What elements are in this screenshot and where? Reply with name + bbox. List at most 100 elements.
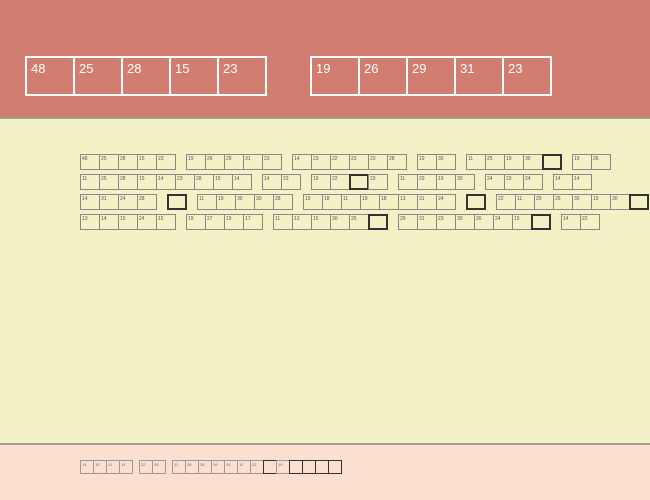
number-cell[interactable]: 30	[436, 154, 456, 170]
number-cell[interactable]: 25	[99, 154, 119, 170]
number-cell[interactable]: 15	[137, 154, 157, 170]
number-cell[interactable]: 15	[156, 214, 176, 230]
number-cell[interactable]: 15	[93, 460, 107, 474]
number-cell[interactable]: 24	[118, 194, 138, 210]
puzzle-word[interactable]: 1922 23	[311, 174, 388, 190]
number-cell[interactable]: 11	[466, 154, 486, 170]
blank-cell[interactable]	[315, 460, 329, 474]
number-cell[interactable]: 28	[118, 154, 138, 170]
puzzle-word[interactable]: 1414	[553, 174, 592, 190]
number-cell[interactable]: 24	[137, 214, 157, 230]
number-cell[interactable]: 14	[561, 214, 581, 230]
number-cell[interactable]: 19	[360, 194, 380, 210]
puzzle-word[interactable]: 11251930	[466, 154, 562, 170]
number-cell[interactable]: 19	[311, 174, 331, 190]
puzzle-word[interactable]: 1119303028	[197, 194, 293, 210]
number-cell[interactable]: 14	[262, 174, 282, 190]
puzzle-word[interactable]	[167, 194, 187, 210]
number-cell[interactable]: 19	[572, 154, 592, 170]
number-cell[interactable]: 18	[322, 194, 342, 210]
number-cell[interactable]: 14	[292, 154, 312, 170]
blank-cell[interactable]	[328, 460, 342, 474]
puzzle-word[interactable]: 11291930	[398, 174, 475, 190]
answer-word[interactable]: 14151114	[80, 460, 133, 474]
number-cell[interactable]: 23	[436, 214, 456, 230]
number-cell[interactable]: 13	[292, 214, 312, 230]
number-cell[interactable]: 25	[99, 174, 119, 190]
number-cell[interactable]: 29	[224, 154, 244, 170]
number-cell[interactable]: 29	[417, 174, 437, 190]
number-cell[interactable]: 19	[216, 194, 236, 210]
number-cell[interactable]: 30	[572, 194, 592, 210]
number-cell[interactable]: 23	[368, 154, 388, 170]
number-cell[interactable]: 19	[436, 174, 456, 190]
number-cell[interactable]: 19	[276, 460, 290, 474]
number-cell[interactable]: 22	[330, 174, 350, 190]
blank-cell[interactable]	[466, 194, 486, 210]
blank-cell[interactable]	[263, 460, 277, 474]
number-cell[interactable]: 29	[398, 214, 418, 230]
puzzle-word[interactable]: 14312428	[80, 194, 157, 210]
number-cell[interactable]: 14	[80, 194, 100, 210]
number-cell[interactable]: 24	[493, 214, 513, 230]
number-cell[interactable]: 11	[237, 460, 251, 474]
number-cell[interactable]: 19	[310, 56, 360, 96]
number-cell[interactable]: 19	[224, 214, 244, 230]
number-cell[interactable]: 23	[311, 154, 331, 170]
number-cell[interactable]: 31	[417, 214, 437, 230]
puzzle-word[interactable]: 4825281523	[80, 154, 176, 170]
number-cell[interactable]: 24	[224, 460, 238, 474]
blank-cell[interactable]	[167, 194, 187, 210]
number-cell[interactable]: 25	[73, 56, 123, 96]
number-cell[interactable]: 31	[243, 154, 263, 170]
number-cell[interactable]: 22	[580, 214, 600, 230]
number-cell[interactable]: 26	[474, 214, 494, 230]
number-cell[interactable]: 17	[243, 214, 263, 230]
number-cell[interactable]: 27	[205, 214, 225, 230]
number-cell[interactable]: 19	[591, 194, 611, 210]
number-cell[interactable]: 26	[358, 56, 408, 96]
number-cell[interactable]: 48	[25, 56, 75, 96]
number-cell[interactable]: 29	[534, 194, 554, 210]
number-cell[interactable]: 28	[121, 56, 171, 96]
puzzle-word[interactable]: 1930	[417, 154, 456, 170]
number-cell[interactable]: 19	[303, 194, 323, 210]
number-cell[interactable]: 14	[232, 174, 252, 190]
number-cell[interactable]: 19	[211, 460, 225, 474]
number-cell[interactable]: 22	[250, 460, 264, 474]
blank-cell[interactable]	[531, 214, 551, 230]
number-cell[interactable]: 23	[368, 174, 388, 190]
puzzle-word[interactable]: 1422	[561, 214, 600, 230]
number-cell[interactable]: 13	[80, 214, 100, 230]
puzzle-word[interactable]: 29312330262415	[398, 214, 551, 230]
number-cell[interactable]: 29	[406, 56, 456, 96]
puzzle-word[interactable]: 112528151423281514	[80, 174, 252, 190]
puzzle-word[interactable]: 1423	[262, 174, 301, 190]
number-cell[interactable]: 23	[349, 154, 369, 170]
number-cell[interactable]: 11	[341, 194, 361, 210]
number-cell[interactable]: 25	[485, 154, 505, 170]
number-cell[interactable]: 15	[213, 174, 233, 190]
number-cell[interactable]: 15	[512, 214, 532, 230]
number-cell[interactable]: 26	[591, 154, 611, 170]
number-cell[interactable]: 26	[205, 154, 225, 170]
number-cell[interactable]: 23	[502, 56, 552, 96]
number-cell[interactable]: 24	[485, 174, 505, 190]
blank-cell[interactable]	[349, 174, 369, 190]
puzzle-word[interactable]: 1314152415	[80, 214, 176, 230]
number-cell[interactable]: 11	[172, 460, 186, 474]
number-cell[interactable]: 22	[330, 154, 350, 170]
puzzle-word[interactable]: 1113153025	[273, 214, 388, 230]
number-cell[interactable]: 24	[523, 174, 543, 190]
number-cell[interactable]: 26	[553, 194, 573, 210]
number-cell[interactable]: 31	[454, 56, 504, 96]
number-cell[interactable]: 28	[273, 194, 293, 210]
number-cell[interactable]: 26	[152, 460, 166, 474]
number-cell[interactable]: 23	[281, 174, 301, 190]
puzzle-word[interactable]	[466, 194, 486, 210]
puzzle-word[interactable]: 19271917	[186, 214, 263, 230]
number-cell[interactable]: 28	[198, 460, 212, 474]
answer-word[interactable]: 1128281924112219	[172, 460, 342, 474]
number-cell[interactable]: 14	[119, 460, 133, 474]
number-cell[interactable]: 23	[262, 154, 282, 170]
